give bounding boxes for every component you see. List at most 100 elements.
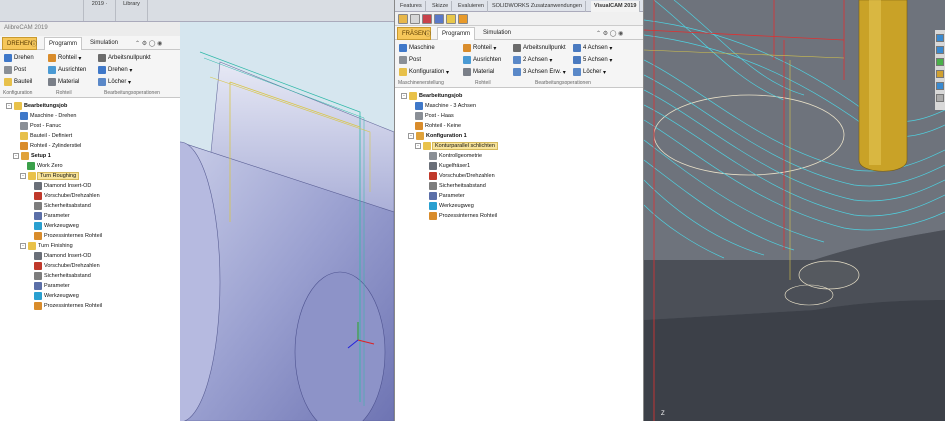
tree-item[interactable]: Werkzeugweg bbox=[34, 291, 79, 301]
view-icon[interactable] bbox=[936, 82, 944, 90]
toolbar-icon[interactable] bbox=[458, 14, 468, 24]
tree-item[interactable]: Rohteil - Zylinderstiel bbox=[20, 141, 81, 151]
strip-version[interactable]: 2019 · bbox=[84, 0, 116, 21]
ribbon-maschine-button[interactable]: Maschine bbox=[399, 43, 435, 53]
tree-item[interactable]: Werkzeugweg bbox=[429, 201, 474, 211]
view-icon[interactable] bbox=[936, 58, 944, 66]
view-icon[interactable] bbox=[936, 34, 944, 42]
view-icon[interactable] bbox=[936, 94, 944, 102]
help-icon[interactable]: ⓘ bbox=[424, 27, 434, 40]
tree-item[interactable]: Prozessinternes Rohteil bbox=[34, 301, 102, 311]
toolbar-icon[interactable] bbox=[410, 14, 420, 24]
expand-toggle-icon[interactable]: - bbox=[13, 153, 19, 159]
ribbon-arbeitsnullpunkt-button[interactable]: Arbeitsnullpunkt bbox=[98, 53, 151, 63]
tab-skizze[interactable]: Skizze bbox=[429, 1, 453, 12]
tool-icon bbox=[429, 162, 437, 170]
view-icon[interactable] bbox=[936, 70, 944, 78]
clearance-icon bbox=[34, 272, 42, 280]
expand-toggle-icon[interactable]: - bbox=[20, 173, 26, 179]
tree-item[interactable]: Bauteil - Definiert bbox=[20, 131, 72, 141]
tree-item[interactable]: Maschine - Drehen bbox=[20, 111, 76, 121]
ribbon-tools-icons[interactable]: ⌃ ⚙ ◯ ◉ bbox=[134, 37, 163, 50]
tab-simulation[interactable]: Simulation bbox=[86, 37, 122, 50]
toolbar-icon[interactable] bbox=[422, 14, 432, 24]
expand-toggle-icon[interactable]: - bbox=[415, 143, 421, 149]
ribbon-konfiguration-button[interactable]: Konfiguration ▾ bbox=[399, 67, 449, 77]
tab-simulation[interactable]: Simulation bbox=[479, 27, 515, 40]
expand-toggle-icon[interactable]: - bbox=[20, 243, 26, 249]
strip-segment[interactable] bbox=[0, 0, 84, 21]
strip-library[interactable]: Library bbox=[116, 0, 148, 21]
tab-solidworks-zusatzanwendungen[interactable]: SOLIDWORKS Zusatzanwendungen bbox=[489, 1, 586, 12]
tab-programm[interactable]: Programm bbox=[437, 27, 476, 40]
tree-item[interactable]: Werkzeugweg bbox=[34, 221, 79, 231]
ribbon-ausrichten-button[interactable]: Ausrichten bbox=[48, 65, 86, 75]
ribbon-material-button[interactable]: Material bbox=[463, 67, 494, 77]
tree-item[interactable]: - Konturparallel schlichten bbox=[415, 141, 498, 151]
material-icon bbox=[48, 78, 56, 86]
clearance-icon bbox=[429, 182, 437, 190]
tree-item[interactable]: Post - Fanuc bbox=[20, 121, 61, 131]
tree-item[interactable]: Vorschube/Drehzahlen bbox=[34, 261, 100, 271]
drill-icon bbox=[98, 78, 106, 86]
tree-item-label: Post - Fanuc bbox=[30, 123, 62, 129]
tree-item[interactable]: Vorschube/Drehzahlen bbox=[34, 191, 100, 201]
ribbon-3-achsen-erw-button[interactable]: 3 Achsen Erw. ▾ bbox=[513, 67, 566, 77]
tree-item[interactable]: Rohteil - Keine bbox=[415, 121, 461, 131]
tree-item[interactable]: Maschine - 3 Achsen bbox=[415, 101, 476, 111]
view-icon[interactable] bbox=[936, 46, 944, 54]
tab-features[interactable]: Features bbox=[397, 1, 426, 12]
ribbon-loecher-button[interactable]: Löcher ▾ bbox=[98, 77, 131, 87]
tree-item[interactable]: Prozessinternes Rohteil bbox=[34, 231, 102, 241]
expand-toggle-icon[interactable]: - bbox=[6, 103, 12, 109]
ribbon-arbeitsnullpunkt-button[interactable]: Arbeitsnullpunkt bbox=[513, 43, 566, 53]
ribbon-material-button[interactable]: Material bbox=[48, 77, 79, 87]
ribbon-post-button[interactable]: Post bbox=[4, 65, 26, 75]
ribbon-4-achsen-button[interactable]: 4 Achsen ▾ bbox=[573, 43, 612, 53]
tree-item[interactable]: Diamond Insert-OD bbox=[34, 251, 91, 261]
tree-item[interactable]: Kugelfräser1 bbox=[429, 161, 470, 171]
ribbon-ausrichten-button[interactable]: Ausrichten bbox=[463, 55, 501, 65]
tree-item[interactable]: - Turn Finishing bbox=[20, 241, 73, 251]
tab-evaluieren[interactable]: Evaluieren bbox=[455, 1, 488, 12]
tree-item[interactable]: - Bearbeitungsjob bbox=[6, 101, 67, 111]
toolbar-icon[interactable] bbox=[434, 14, 444, 24]
tree-item[interactable]: Sicherheitsabstand bbox=[34, 201, 91, 211]
three-axis-icon bbox=[513, 68, 521, 76]
ribbon-rohteil-button[interactable]: Rohteil ▾ bbox=[48, 53, 81, 63]
tab-visualcam-2019[interactable]: VisualCAM 2019 bbox=[591, 1, 641, 12]
tree-item[interactable]: - Setup 1 bbox=[13, 151, 51, 161]
tree-item[interactable]: Parameter bbox=[429, 191, 465, 201]
milling-viewport[interactable]: Z bbox=[644, 0, 945, 421]
tree-item[interactable]: Prozessinternes Rohteil bbox=[429, 211, 497, 221]
tree-item[interactable]: Sicherheitsabstand bbox=[429, 181, 486, 191]
expand-toggle-icon[interactable]: - bbox=[408, 133, 414, 139]
ribbon-drehen-button[interactable]: Drehen bbox=[4, 53, 34, 63]
tree-item[interactable]: Work Zero bbox=[27, 161, 63, 171]
tree-item[interactable]: - Bearbeitungsjob bbox=[401, 91, 462, 101]
lathe-viewport[interactable] bbox=[180, 22, 394, 421]
tree-item[interactable]: - Turn Roughing bbox=[20, 171, 80, 181]
ribbon-5-achsen-button[interactable]: 5 Achsen ▾ bbox=[573, 55, 612, 65]
toolbar-icon[interactable] bbox=[446, 14, 456, 24]
ribbon-rohteil-button[interactable]: Rohteil ▾ bbox=[463, 43, 496, 53]
tree-item[interactable]: Post - Haas bbox=[415, 111, 454, 121]
tab-programm[interactable]: Programm bbox=[44, 37, 83, 50]
tree-item[interactable]: Diamond Insert-OD bbox=[34, 181, 91, 191]
tree-item[interactable]: Parameter bbox=[34, 211, 70, 221]
ribbon-2-achsen-button[interactable]: 2 Achsen ▾ bbox=[513, 55, 552, 65]
ribbon-tools-icons[interactable]: ⌃ ⚙ ◯ ◉ bbox=[595, 27, 624, 40]
visualcam-icon[interactable] bbox=[398, 14, 408, 24]
expand-toggle-icon[interactable]: - bbox=[401, 93, 407, 99]
tree-item[interactable]: Kontrollgeometrie bbox=[429, 151, 482, 161]
ribbon-post-button[interactable]: Post bbox=[399, 55, 421, 65]
tree-item[interactable]: Parameter bbox=[34, 281, 70, 291]
tree-item[interactable]: Sicherheitsabstand bbox=[34, 271, 91, 281]
ribbon-loecher-button[interactable]: Löcher ▾ bbox=[573, 67, 606, 77]
tree-item[interactable]: - Konfiguration 1 bbox=[408, 131, 467, 141]
setup-icon bbox=[416, 132, 424, 140]
help-icon[interactable]: ⓘ bbox=[30, 37, 40, 50]
tree-item[interactable]: Vorschube/Drehzahlen bbox=[429, 171, 495, 181]
ribbon-bauteil-button[interactable]: Bauteil bbox=[4, 77, 32, 87]
ribbon-drehen-ops-button[interactable]: Drehen ▾ bbox=[98, 65, 132, 75]
